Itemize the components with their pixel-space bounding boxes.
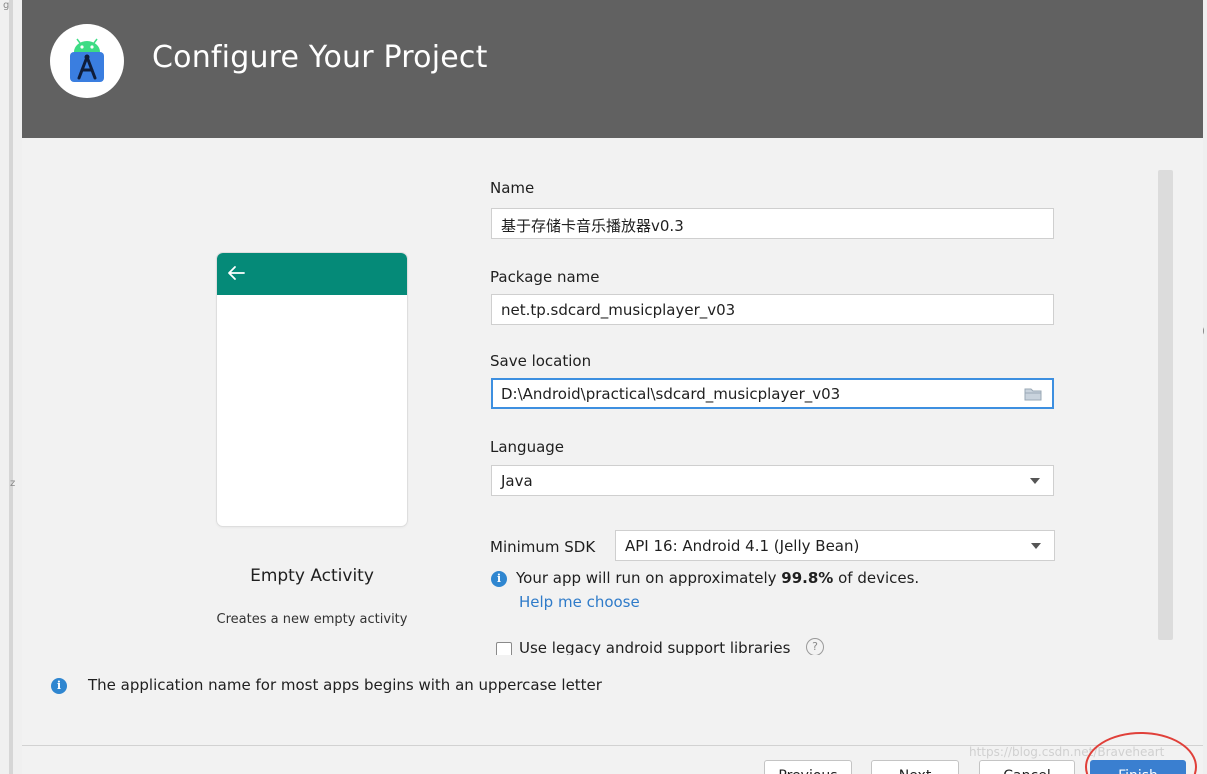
validation-message: The application name for most apps begin… bbox=[88, 676, 602, 694]
next-button[interactable]: Next bbox=[871, 760, 959, 774]
save-location-field[interactable]: D:\Android\practical\sdcard_musicplayer_… bbox=[491, 378, 1054, 409]
help-me-choose-link[interactable]: Help me choose bbox=[519, 593, 640, 611]
new-project-dialog: Configure Your Project Empty Activity Cr… bbox=[22, 0, 1203, 774]
legacy-libraries-checkbox[interactable] bbox=[496, 642, 512, 655]
right-window-edge bbox=[1203, 0, 1207, 774]
chevron-down-icon bbox=[1031, 543, 1041, 549]
legacy-libraries-label: Use legacy android support libraries bbox=[519, 639, 791, 655]
coverage-percent: 99.8% bbox=[781, 569, 834, 587]
save-location-value: D:\Android\practical\sdcard_musicplayer_… bbox=[501, 385, 841, 403]
name-value: 基于存储卡音乐播放器v0.3 bbox=[501, 217, 684, 235]
edge-glyph-top: g bbox=[3, 0, 10, 11]
edge-glyph-mid: z bbox=[10, 478, 16, 489]
minimum-sdk-select[interactable]: API 16: Android 4.1 (Jelly Bean) bbox=[615, 530, 1055, 561]
package-name-label: Package name bbox=[490, 268, 600, 286]
info-icon: i bbox=[491, 571, 507, 587]
device-coverage-text: Your app will run on approximately 99.8%… bbox=[516, 569, 920, 587]
left-window-edge bbox=[0, 0, 22, 774]
form-scrollbar[interactable] bbox=[1158, 170, 1173, 640]
chevron-down-icon bbox=[1030, 478, 1040, 484]
cancel-button[interactable]: Cancel bbox=[979, 760, 1075, 774]
minimum-sdk-value: API 16: Android 4.1 (Jelly Bean) bbox=[625, 537, 860, 555]
info-icon: i bbox=[51, 678, 67, 694]
folder-icon[interactable] bbox=[1024, 387, 1042, 401]
language-label: Language bbox=[490, 438, 565, 456]
package-name-value: net.tp.sdcard_musicplayer_v03 bbox=[501, 301, 736, 319]
name-field[interactable]: 基于存储卡音乐播放器v0.3 bbox=[491, 208, 1054, 239]
name-label: Name bbox=[490, 179, 535, 197]
finish-highlight-ring bbox=[1085, 732, 1197, 774]
help-icon[interactable]: ? bbox=[806, 638, 824, 655]
save-location-label: Save location bbox=[490, 352, 592, 370]
language-select[interactable]: Java bbox=[491, 465, 1054, 496]
project-form: Name 基于存储卡音乐播放器v0.3 Package name net.tp.… bbox=[22, 0, 1203, 655]
language-value: Java bbox=[501, 472, 533, 490]
package-name-field[interactable]: net.tp.sdcard_musicplayer_v03 bbox=[491, 294, 1054, 325]
previous-button[interactable]: Previous bbox=[764, 760, 852, 774]
minimum-sdk-label: Minimum SDK bbox=[490, 538, 596, 556]
